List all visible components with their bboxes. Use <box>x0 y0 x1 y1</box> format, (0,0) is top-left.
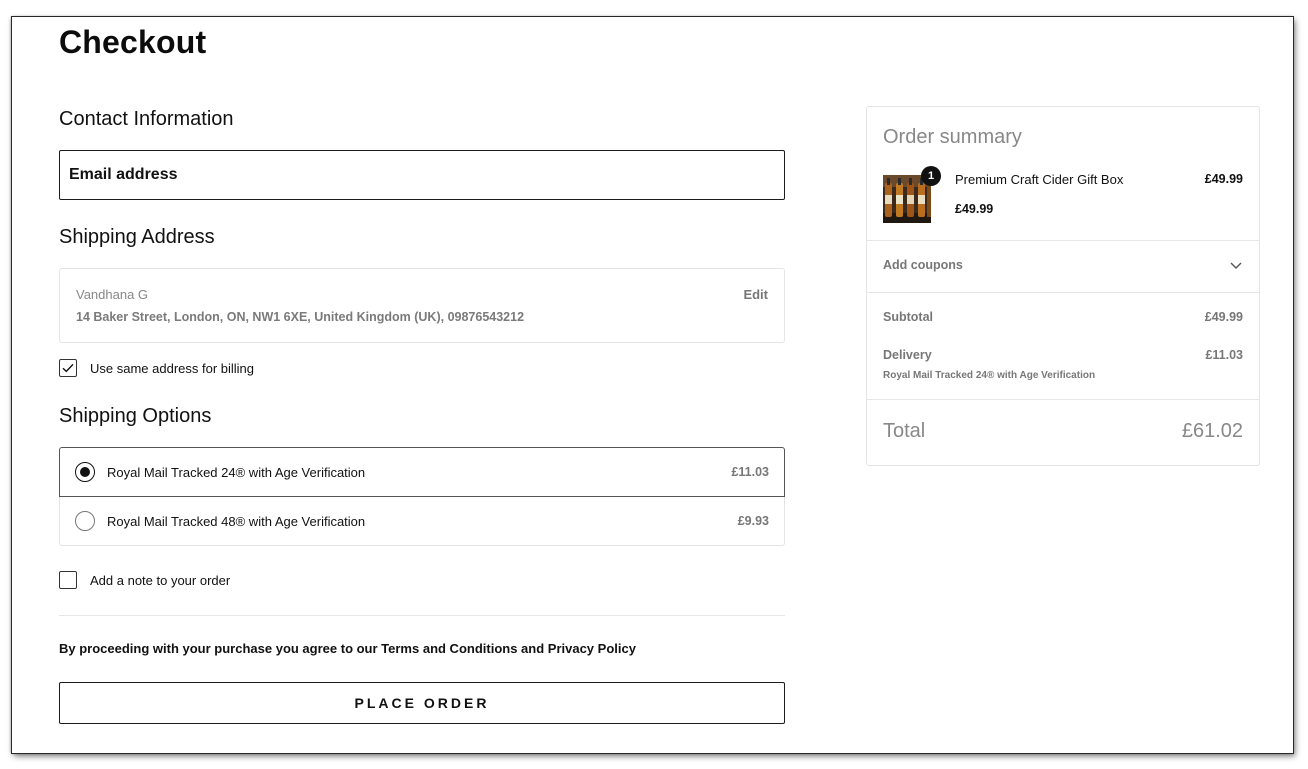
page-title: Checkout <box>59 24 207 60</box>
email-field-wrapper <box>59 150 785 200</box>
same-address-checkbox[interactable] <box>59 359 77 377</box>
product-name: Premium Craft Cider Gift Box <box>955 172 1124 187</box>
total-label: Total <box>883 420 926 442</box>
radio-button-selected[interactable] <box>75 462 95 482</box>
order-summary-title: Order summary <box>883 126 1022 148</box>
summary-divider <box>867 399 1259 400</box>
total-value: £61.02 <box>1181 420 1243 442</box>
contact-section-title: Contact Information <box>59 108 234 130</box>
quantity-badge: 1 <box>921 166 941 186</box>
shipping-option-tracked-48[interactable]: Royal Mail Tracked 48® with Age Verifica… <box>59 497 785 546</box>
divider <box>59 615 785 616</box>
subtotal-label: Subtotal <box>883 310 933 324</box>
shipping-address-card: Vandhana G 14 Baker Street, London, ON, … <box>59 268 785 343</box>
add-coupons-label: Add coupons <box>883 258 963 272</box>
shipping-options-group: Royal Mail Tracked 24® with Age Verifica… <box>59 447 785 547</box>
shipping-address-section-title: Shipping Address <box>59 226 215 248</box>
delivery-method: Royal Mail Tracked 24® with Age Verifica… <box>883 370 1096 381</box>
product-line-total: £49.99 <box>1204 172 1243 186</box>
shipping-option-label: Royal Mail Tracked 24® with Age Verifica… <box>107 464 366 480</box>
email-field[interactable] <box>60 151 784 199</box>
place-order-button[interactable]: PLACE ORDER <box>59 682 785 724</box>
same-address-checkbox-row[interactable]: Use same address for billing <box>59 359 254 377</box>
summary-divider <box>867 292 1259 293</box>
order-note-checkbox-row[interactable]: Add a note to your order <box>59 571 230 589</box>
terms-notice: By proceeding with your purchase you agr… <box>59 641 636 656</box>
shipping-option-tracked-24[interactable]: Royal Mail Tracked 24® with Age Verifica… <box>59 447 785 497</box>
radio-dot <box>80 467 90 477</box>
shipping-option-label: Royal Mail Tracked 48® with Age Verifica… <box>107 513 366 529</box>
radio-button[interactable] <box>75 511 95 531</box>
chevron-down-icon <box>1230 262 1242 269</box>
shipping-option-price: £11.03 <box>731 465 769 479</box>
add-coupons-toggle[interactable]: Add coupons <box>867 241 1259 292</box>
order-note-checkbox[interactable] <box>59 571 77 589</box>
address-line: 14 Baker Street, London, ON, NW1 6XE, Un… <box>76 310 525 324</box>
order-summary-panel: Order summary 1 Premium Craft Cider Gift… <box>866 106 1260 466</box>
address-name: Vandhana G <box>76 287 149 302</box>
shipping-option-price: £9.93 <box>737 514 769 528</box>
checkout-page: Checkout Contact Information Shipping Ad… <box>12 17 1293 753</box>
product-unit-price: £49.99 <box>955 202 994 216</box>
shipping-options-section-title: Shipping Options <box>59 405 212 427</box>
order-note-label: Add a note to your order <box>90 572 231 588</box>
checkmark-icon <box>62 363 74 373</box>
same-address-label: Use same address for billing <box>90 360 255 376</box>
subtotal-value: £49.99 <box>1204 310 1243 324</box>
delivery-label: Delivery <box>883 348 932 362</box>
delivery-value: £11.03 <box>1205 348 1243 362</box>
product-image: 1 <box>883 166 941 223</box>
edit-address-link[interactable]: Edit <box>743 287 768 302</box>
